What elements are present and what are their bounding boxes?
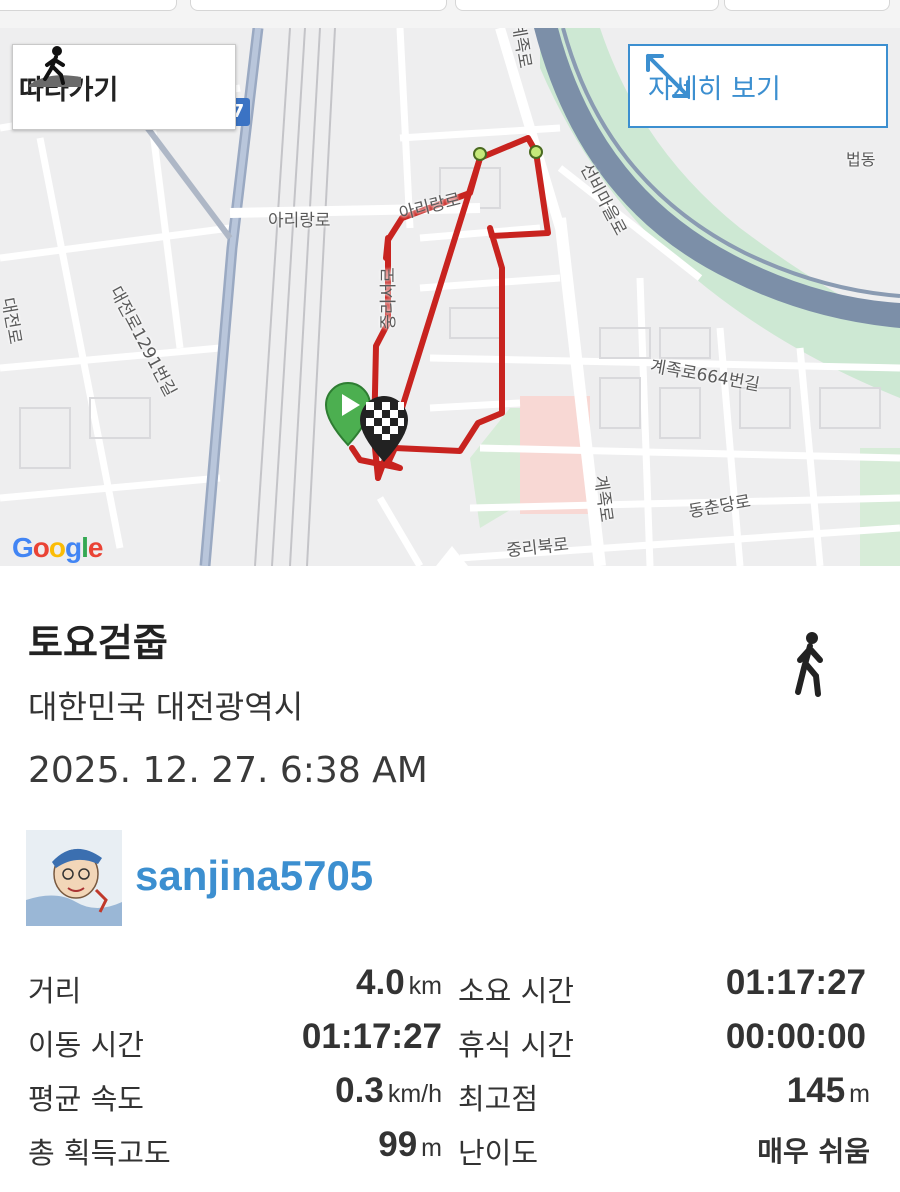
- stat-value-avg-speed: 0.3 km/h: [335, 1071, 442, 1110]
- view-detail-button[interactable]: 자세히 보기: [628, 44, 888, 128]
- stat-value-moving-time: 01:17:27: [301, 1017, 442, 1056]
- expand-arrows-icon: [646, 54, 690, 98]
- top-tab-1[interactable]: [0, 0, 177, 11]
- map-label-jungni-seo-ro: 중리서로: [378, 267, 399, 330]
- finish-marker: [360, 396, 408, 462]
- route-map[interactable]: 아리랑로 아리랑로 대전로1291번길 대전로 중리서로 선비마을로 법동 계족…: [0, 28, 900, 566]
- google-logo-letter: l: [81, 532, 89, 563]
- google-logo-letter: g: [65, 532, 82, 563]
- username-link[interactable]: sanjina5705: [135, 852, 373, 900]
- stat-value-duration: 01:17:27: [725, 963, 866, 1002]
- waypoint-dot: [529, 145, 543, 159]
- top-tab-3[interactable]: [455, 0, 719, 11]
- stat-label-duration: 소요 시간: [458, 974, 574, 1008]
- map-label-arirang-ro: 아리랑로: [268, 211, 331, 231]
- activity-title: 토요걷줍: [28, 621, 168, 665]
- top-tab-2[interactable]: [190, 0, 447, 11]
- user-avatar[interactable]: [26, 830, 122, 926]
- avatar-image: [26, 830, 122, 926]
- walking-person-icon: [795, 632, 823, 697]
- google-logo-letter: o: [32, 532, 50, 563]
- stat-value-rest-time: 00:00:00: [725, 1017, 866, 1056]
- top-tab-4[interactable]: [724, 0, 890, 11]
- top-tab-strip: [0, 0, 900, 28]
- stat-value-distance: 4.0 km: [356, 963, 442, 1002]
- stat-label-rest-time: 휴식 시간: [458, 1028, 574, 1062]
- stat-value-total-ascent: 99 m: [378, 1125, 442, 1164]
- stat-label-moving-time: 이동 시간: [28, 1028, 144, 1062]
- map-label-beop-dong: 법동: [846, 150, 876, 169]
- google-logo-letter: o: [48, 532, 66, 563]
- stat-value-difficulty: 매우 쉬움: [757, 1135, 870, 1168]
- stat-label-max-elevation: 최고점: [458, 1082, 539, 1116]
- follow-walker-icon: [29, 46, 81, 87]
- stat-label-difficulty: 난이도: [458, 1136, 539, 1170]
- follow-button[interactable]: 따라가기: [12, 44, 236, 130]
- google-logo: Google: [12, 532, 104, 564]
- waypoint-dot: [473, 147, 487, 161]
- activity-datetime: 2025. 12. 27. 6:38 AM: [28, 750, 428, 791]
- activity-location: 대한민국 대전광역시: [28, 688, 304, 726]
- stat-label-avg-speed: 평균 속도: [28, 1082, 144, 1116]
- stat-label-distance: 거리: [28, 974, 82, 1008]
- stat-label-total-ascent: 총 획득고도: [28, 1136, 171, 1170]
- google-logo-letter: e: [87, 532, 104, 563]
- google-logo-letter: G: [12, 532, 34, 563]
- stat-value-max-elevation: 145 m: [786, 1071, 870, 1110]
